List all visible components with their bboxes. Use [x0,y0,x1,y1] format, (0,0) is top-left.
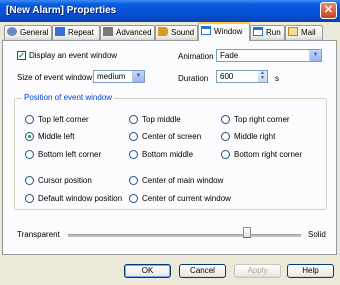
sound-icon [158,27,168,36]
radio-button[interactable] [221,150,230,159]
radio-button[interactable] [221,115,230,124]
radio-label: Center of screen [142,132,202,141]
radio-button[interactable] [129,176,138,185]
radio-label: Top left corner [38,115,89,124]
tab-run[interactable]: Run [250,25,285,40]
animation-value: Fade [220,51,239,60]
tab-mail[interactable]: Mail [285,25,323,40]
radio-label: Top right corner [234,115,290,124]
tab-label: Run [266,28,281,37]
tab-label: Repeat [68,28,94,37]
gear-icon [7,27,17,36]
duration-input[interactable]: 600 ▲ ▼ [216,70,268,83]
radio-label: Default window position [38,194,123,203]
radio-button[interactable] [129,132,138,141]
transparency-slider-thumb[interactable] [243,227,251,238]
advanced-icon [103,27,113,36]
duration-unit: s [275,74,279,83]
radio-label: Bottom left corner [38,150,102,159]
radio-button[interactable] [25,115,34,124]
radio-button[interactable] [129,150,138,159]
tab-label: Mail [301,28,316,37]
radio-label: Cursor position [38,176,92,185]
run-icon [253,27,263,36]
help-button[interactable]: Help [287,264,334,278]
close-button[interactable]: ✕ [320,2,337,19]
cancel-button[interactable]: Cancel [179,264,226,278]
animation-label: Animation [178,52,214,61]
size-select[interactable]: medium ▼ [93,70,145,83]
transparency-slider-track[interactable] [68,234,301,237]
radio-button[interactable] [221,132,230,141]
display-event-window-checkbox[interactable]: ✓ [17,51,26,60]
radio-label: Top middle [142,115,181,124]
radio-label: Middle left [38,132,75,141]
radio-button[interactable] [25,150,34,159]
tab-label: Sound [171,28,195,37]
tab-label: Window [214,27,243,36]
chevron-down-icon[interactable]: ▼ [132,71,144,82]
radio-button[interactable] [129,115,138,124]
apply-button[interactable]: Apply [234,264,281,278]
chevron-down-icon[interactable]: ▼ [309,50,321,61]
duration-value: 600 [220,72,234,81]
repeat-icon [55,27,65,36]
window-icon [201,26,211,35]
solid-label: Solid [308,230,326,239]
transparent-label: Transparent [17,230,60,239]
animation-select[interactable]: Fade ▼ [216,49,322,62]
radio-button[interactable] [25,194,34,203]
radio-label: Center of main window [142,176,224,185]
spin-arrows-icon[interactable]: ▲ ▼ [258,71,267,82]
tab-advanced[interactable]: Advanced [100,25,155,40]
tab-repeat[interactable]: Repeat [52,25,100,40]
radio-label: Center of current window [142,194,231,203]
duration-label: Duration [178,74,209,83]
size-label: Size of event window [17,73,93,82]
position-group-label: Position of event window [22,93,115,102]
tab-sound[interactable]: Sound [155,25,198,40]
radio-button[interactable] [129,194,138,203]
mail-icon [288,27,298,36]
tab-label: Advanced [116,28,152,37]
tab-window[interactable]: Window [198,22,250,41]
radio-button[interactable] [25,176,34,185]
close-icon: ✕ [323,4,334,16]
radio-button-selected[interactable] [25,132,34,141]
tab-general[interactable]: General [4,25,52,40]
radio-label: Bottom right corner [234,150,303,159]
title-bar[interactable]: [New Alarm] Properties ✕ [0,0,340,22]
display-event-window-label: Display an event window [29,51,118,60]
size-value: medium [97,72,126,81]
ok-button[interactable]: OK [124,264,171,278]
tab-label: General [20,28,49,37]
radio-label: Middle right [234,132,276,141]
radio-label: Bottom middle [142,150,194,159]
window-title: [New Alarm] Properties [6,5,117,16]
